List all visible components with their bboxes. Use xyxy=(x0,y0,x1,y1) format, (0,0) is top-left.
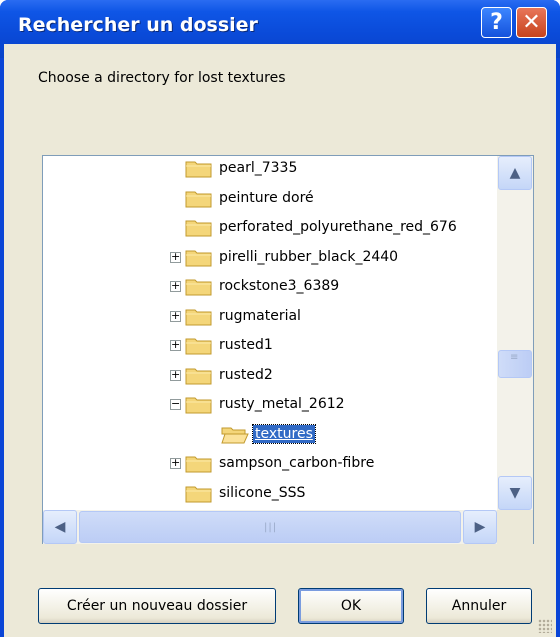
scroll-left-button[interactable]: ◀ xyxy=(43,510,77,544)
browse-folder-dialog: Rechercher un dossier ? ✕ Choose a direc… xyxy=(0,0,560,637)
tree-item-label[interactable]: textures xyxy=(252,423,316,444)
folder-closed-icon xyxy=(185,218,213,237)
tree-item-label[interactable]: pearl_7335 xyxy=(217,159,299,177)
folder-tree-viewport: pearl_7335 peinture doré perforated_polyur… xyxy=(43,156,497,510)
grip-icon: ≡ xyxy=(510,351,520,363)
scroll-down-button[interactable]: ▼ xyxy=(498,476,532,510)
resize-grip-icon[interactable] xyxy=(538,619,552,633)
folder-closed-icon xyxy=(185,395,213,414)
tree-item-label[interactable]: rusted1 xyxy=(217,336,275,354)
collapse-icon[interactable]: − xyxy=(170,398,181,410)
tree-item-label[interactable]: rusted2 xyxy=(217,366,275,384)
folder-closed-icon xyxy=(185,454,213,473)
scrollbar-corner xyxy=(497,510,533,544)
vertical-scroll-thumb[interactable]: ≡ xyxy=(498,349,532,378)
chevron-right-icon: ▶ xyxy=(474,519,486,535)
close-icon: ✕ xyxy=(522,10,541,35)
window-title: Rechercher un dossier xyxy=(18,14,258,36)
new-folder-label: Créer un nouveau dossier xyxy=(66,598,248,614)
tree-item-label[interactable]: silicone_SSS xyxy=(217,484,307,502)
cancel-label: Annuler xyxy=(451,598,507,614)
tree-item-label[interactable]: rugmaterial xyxy=(217,307,303,325)
expand-icon[interactable]: + xyxy=(170,339,181,351)
tree-item-label[interactable]: sampson_carbon-fibre xyxy=(217,454,376,472)
folder-open-icon xyxy=(221,425,249,444)
help-button[interactable]: ? xyxy=(481,7,512,38)
new-folder-button[interactable]: Créer un nouveau dossier xyxy=(38,588,276,624)
folder-closed-icon xyxy=(185,277,213,296)
dialog-body: Choose a directory for lost textures pea… xyxy=(4,44,556,637)
help-icon: ? xyxy=(490,10,503,35)
chevron-left-icon: ◀ xyxy=(54,519,66,535)
folder-closed-icon xyxy=(185,336,213,355)
ok-label: OK xyxy=(340,598,362,614)
folder-tree: pearl_7335 peinture doré perforated_polyur… xyxy=(42,155,534,544)
tree-item-label[interactable]: perforated_polyurethane_red_676 xyxy=(217,218,459,236)
tree-item-label[interactable]: pirelli_rubber_black_2440 xyxy=(217,248,400,266)
expand-icon[interactable]: + xyxy=(170,310,181,322)
expand-icon[interactable]: + xyxy=(170,457,181,469)
cancel-button[interactable]: Annuler xyxy=(426,588,532,624)
grip-icon: ||| xyxy=(264,522,278,533)
expand-icon[interactable]: + xyxy=(170,280,181,292)
folder-closed-icon xyxy=(185,307,213,326)
folder-closed-icon xyxy=(185,159,213,178)
horizontal-scrollbar[interactable]: ◀ ||| ▶ xyxy=(43,510,497,544)
ok-button[interactable]: OK xyxy=(298,588,404,624)
dialog-prompt: Choose a directory for lost textures xyxy=(38,70,286,86)
chevron-down-icon: ▼ xyxy=(509,485,521,501)
expand-icon[interactable]: + xyxy=(170,251,181,263)
vertical-scrollbar[interactable]: ▲ ≡ ▼ xyxy=(497,156,533,510)
folder-closed-icon xyxy=(185,366,213,385)
folder-closed-icon xyxy=(185,189,213,208)
folder-closed-icon xyxy=(185,484,213,503)
horizontal-scroll-thumb[interactable]: ||| xyxy=(79,511,461,543)
scroll-right-button[interactable]: ▶ xyxy=(463,510,497,544)
tree-item-label[interactable]: rusty_metal_2612 xyxy=(217,395,347,413)
folder-closed-icon xyxy=(185,248,213,267)
tree-item-label[interactable]: peinture doré xyxy=(217,189,316,207)
close-button[interactable]: ✕ xyxy=(516,7,547,38)
expand-icon[interactable]: + xyxy=(170,369,181,381)
tree-item-label[interactable]: rockstone3_6389 xyxy=(217,277,341,295)
scroll-up-button[interactable]: ▲ xyxy=(498,156,532,190)
chevron-up-icon: ▲ xyxy=(509,165,521,181)
